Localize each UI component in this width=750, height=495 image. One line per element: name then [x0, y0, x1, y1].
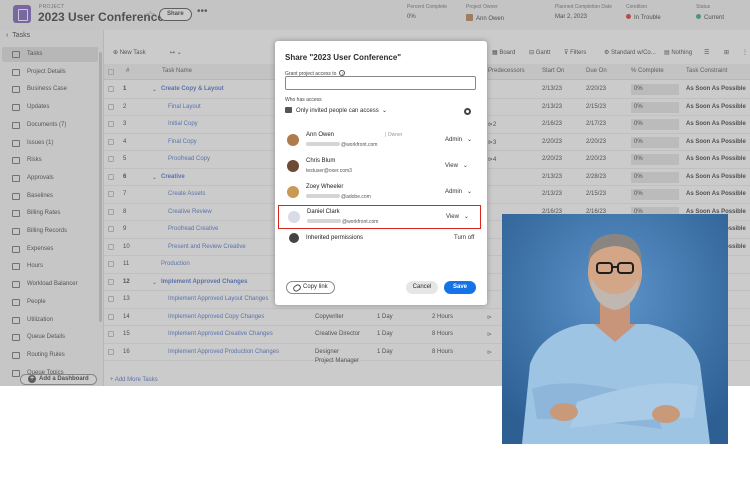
access-row-daniel-clark: Daniel Clark @workfront.com View ⌄ [278, 205, 481, 229]
redacted-email-prefix [306, 194, 340, 198]
user-email: testuser@oxer.com3 [306, 168, 352, 174]
redacted-email-prefix [306, 142, 340, 146]
user-name: Zoey Wheeler [306, 184, 344, 190]
role-dropdown[interactable]: View ⌄ [446, 213, 469, 220]
chevron-down-icon: ⌄ [378, 108, 388, 114]
who-has-access-label: Who has access [285, 97, 322, 103]
user-email-text: testuser@oxer.com3 [306, 168, 352, 174]
cancel-button[interactable]: Cancel [406, 281, 438, 294]
user-name: Chris Blum [306, 158, 336, 164]
grant-access-input[interactable] [285, 76, 476, 90]
user-avatar [288, 211, 300, 223]
user-email-text: @workfront.com [342, 219, 379, 225]
access-level-dropdown[interactable]: Only invited people can access ⌄ [285, 107, 387, 114]
user-email: @adobe.com [306, 194, 371, 200]
access-row-ann-owen: Ann Owen @workfront.com | Owner Admin ⌄ [278, 129, 481, 153]
turn-off-button[interactable]: Turn off [454, 235, 474, 241]
share-dialog: Share "2023 User Conference" Grant proje… [275, 41, 487, 305]
user-avatar [287, 186, 299, 198]
role-label: View [446, 214, 459, 220]
inherited-permissions-icon [289, 233, 299, 243]
chevron-down-icon: ⌄ [457, 163, 468, 169]
chevron-down-icon: ⌄ [458, 214, 469, 220]
owner-badge: | Owner [385, 132, 403, 138]
people-lock-icon [285, 107, 292, 113]
user-name: Ann Owen [306, 132, 335, 138]
user-name: Daniel Clark [307, 209, 340, 215]
user-email-text: @workfront.com [341, 142, 378, 148]
inherited-permissions-label: Inherited permissions [306, 235, 364, 241]
presenter-photo-illustration [502, 214, 728, 444]
save-button[interactable]: Save [444, 281, 476, 294]
access-row-chris-blum: Chris Blum testuser@oxer.com3 View ⌄ [278, 155, 481, 179]
redacted-email-prefix [307, 219, 341, 223]
access-level-label: Only invited people can access [296, 108, 379, 114]
role-label: View [445, 163, 458, 169]
user-avatar [287, 134, 299, 146]
owner-label: Owner [387, 132, 403, 138]
user-email: @workfront.com [306, 142, 377, 148]
gear-icon[interactable] [464, 108, 471, 115]
access-row-zoey-wheeler: Zoey Wheeler @adobe.com Admin ⌄ [278, 181, 481, 205]
role-label: Admin [445, 137, 463, 143]
role-label: Admin [445, 189, 463, 195]
share-dialog-title: Share "2023 User Conference" [285, 53, 402, 62]
copy-link-button[interactable]: Copy link [286, 281, 335, 294]
user-avatar [287, 160, 299, 172]
chevron-down-icon: ⌄ [462, 137, 473, 143]
role-dropdown[interactable]: Admin ⌄ [445, 188, 472, 195]
presenter-photo [502, 214, 728, 444]
user-email-text: @adobe.com [341, 194, 371, 200]
user-email: @workfront.com [307, 219, 378, 225]
chevron-down-icon: ⌄ [462, 189, 473, 195]
role-dropdown[interactable]: View ⌄ [445, 162, 468, 169]
inherited-permissions-row: Inherited permissions Turn off [278, 228, 481, 252]
role-dropdown[interactable]: Admin ⌄ [445, 136, 472, 143]
